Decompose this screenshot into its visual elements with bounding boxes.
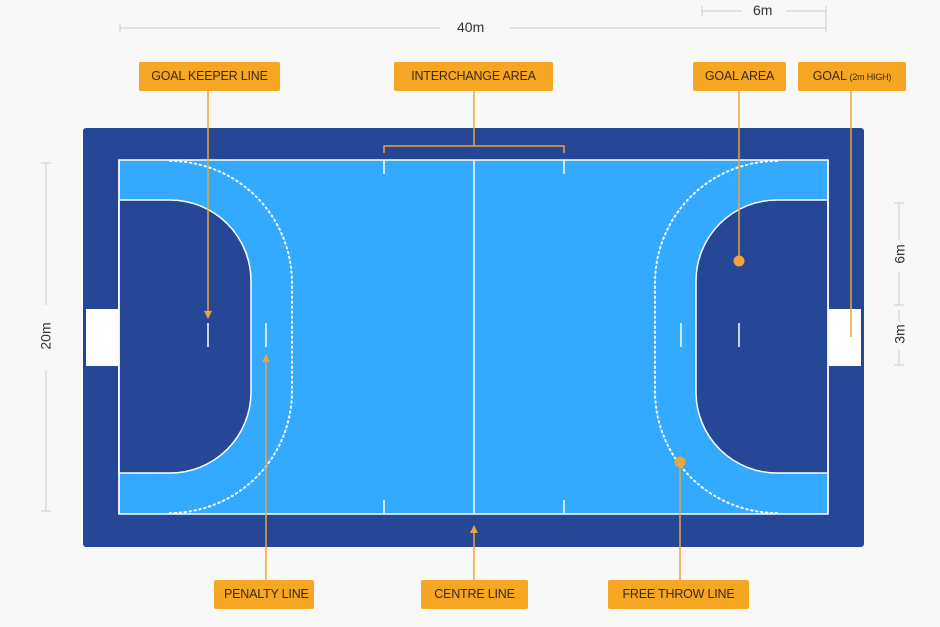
goal-keeper-line-label: GOAL KEEPER LINE [139,62,280,91]
goal-area-radius-dimension: 6m [753,2,773,18]
court-diagram [41,6,904,581]
penalty-line-label: PENALTY LINE [214,580,314,609]
interchange-area-label: INTERCHANGE AREA [394,62,553,91]
goal-label: GOAL (2m HIGH) [798,62,906,91]
centre-line-label: CENTRE LINE [421,580,528,609]
left-goal-area [118,199,252,474]
right-goal-area [695,199,829,474]
goal-area-dot-icon [733,255,745,267]
free-throw-line-label: FREE THROW LINE [608,580,749,609]
goal-label-note: (2m HIGH) [849,72,892,82]
goal-label-text: GOAL [812,69,847,83]
goal-area-depth-dimension: 6m [891,241,908,267]
right-goal [828,309,861,366]
free-throw-dot-icon [674,456,686,468]
width-dimension: 20m [37,319,54,353]
length-dimension: 40m [457,19,485,35]
goal-width-dimension: 3m [891,321,908,347]
left-goal [86,309,119,366]
goal-area-label: GOAL AREA [693,62,786,91]
